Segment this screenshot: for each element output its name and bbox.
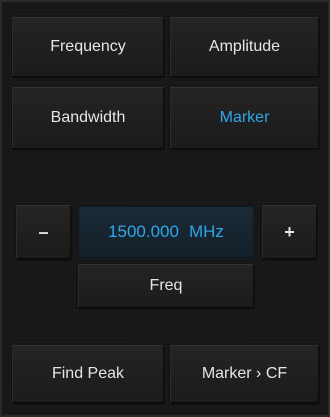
- frequency-menu-button[interactable]: Frequency: [12, 17, 164, 77]
- marker-menu-button[interactable]: Marker: [170, 87, 319, 149]
- bandwidth-menu-label: Bandwidth: [50, 109, 126, 126]
- frequency-menu-label: Frequency: [50, 38, 126, 55]
- decrement-button[interactable]: –: [16, 205, 71, 259]
- marker-frequency-unit: MHz: [188, 222, 224, 241]
- amplitude-menu-button[interactable]: Amplitude: [170, 17, 319, 77]
- find-peak-button[interactable]: Find Peak: [12, 345, 164, 403]
- bandwidth-menu-button[interactable]: Bandwidth: [12, 87, 164, 149]
- marker-menu-label: Marker: [219, 109, 270, 126]
- plus-icon: +: [284, 221, 295, 242]
- marker-frequency-value: 1500.000: [108, 222, 179, 241]
- freq-parameter-button[interactable]: Freq: [78, 264, 254, 308]
- amplitude-menu-label: Amplitude: [208, 38, 281, 55]
- marker-control-panel: Frequency Amplitude Bandwidth Marker – 1…: [0, 0, 330, 417]
- marker-to-cf-label: Marker › CF: [201, 365, 288, 382]
- find-peak-label: Find Peak: [51, 365, 125, 382]
- marker-to-cf-button[interactable]: Marker › CF: [170, 345, 319, 403]
- minus-icon: –: [38, 221, 49, 242]
- marker-frequency-value-display[interactable]: 1500.000 MHz: [78, 206, 254, 258]
- freq-parameter-label: Freq: [149, 277, 183, 294]
- increment-button[interactable]: +: [262, 205, 317, 259]
